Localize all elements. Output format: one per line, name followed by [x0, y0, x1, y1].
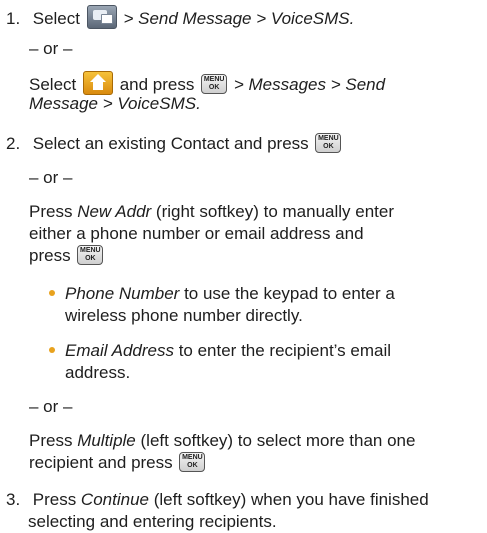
bullet-item-line-2: wireless phone number directly.: [65, 306, 303, 325]
menu-ok-key-icon: MENU OK: [315, 133, 342, 153]
step-text: Select: [32, 9, 80, 28]
menu-path: > Messages > Send: [233, 75, 386, 94]
softkey-name: Multiple: [77, 431, 136, 450]
step-text: Select: [29, 75, 77, 94]
step-3-line-2: selecting and entering recipients.: [28, 512, 277, 531]
bullet-icon: [49, 347, 55, 353]
home-icon: [82, 71, 113, 95]
or-separator: – or –: [29, 397, 73, 416]
step-number: 3.: [6, 490, 21, 509]
menu-path: > Send Message > VoiceSMS.: [123, 9, 355, 28]
step-2-line-1: 2. Select an existing Contact and press …: [6, 133, 343, 155]
step-number: 2.: [6, 134, 21, 153]
menu-ok-key-icon: MENU OK: [179, 452, 206, 472]
multiple-line-2: recipient and press MENU OK: [29, 452, 207, 474]
step-text: and press: [119, 75, 195, 94]
or-separator: – or –: [29, 39, 73, 58]
bullet-icon: [49, 290, 55, 296]
bullet-item: Phone Number to use the keypad to enter …: [49, 283, 395, 305]
step-3-line-1: 3. Press Continue (left softkey) when yo…: [6, 490, 429, 509]
step-number: 1.: [6, 9, 21, 28]
menu-path: Message > VoiceSMS.: [29, 94, 201, 113]
step-text: Select an existing Contact and press: [32, 134, 309, 153]
menu-ok-key-icon: MENU OK: [201, 74, 228, 94]
step-1-line-1: 1. Select > Send Message > VoiceSMS.: [6, 5, 354, 30]
softkey-name: New Addr: [77, 202, 152, 221]
bullet-item-line-2: address.: [65, 363, 131, 382]
newaddr-line-2: either a phone number or email address a…: [29, 224, 364, 243]
multiple-line-1: Press Multiple (left softkey) to select …: [29, 431, 416, 450]
softkey-name: Continue: [80, 490, 149, 509]
or-separator: – or –: [29, 168, 73, 187]
newaddr-line-1: Press New Addr (right softkey) to manual…: [29, 202, 395, 221]
messaging-icon: [86, 5, 117, 29]
newaddr-line-3: press MENU OK: [29, 245, 105, 267]
step-1-line-4: Message > VoiceSMS.: [29, 93, 201, 115]
menu-ok-key-icon: MENU OK: [77, 245, 104, 265]
bullet-item: Email Address to enter the recipient’s e…: [49, 340, 391, 362]
